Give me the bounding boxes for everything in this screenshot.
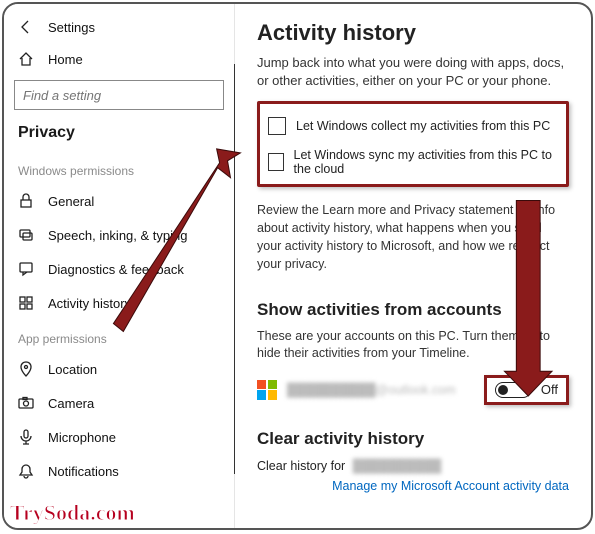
back-row[interactable]: Settings <box>4 12 234 42</box>
annotation-box-toggle: Off <box>484 375 569 405</box>
checkbox-collect-activities[interactable]: Let Windows collect my activities from t… <box>268 108 558 144</box>
sidebar-item-label: Location <box>48 362 220 377</box>
sidebar-item-diagnostics[interactable]: Diagnostics & feedback <box>4 252 234 286</box>
annotation-box-checkboxes: Let Windows collect my activities from t… <box>257 101 569 187</box>
clear-prefix: Clear history for <box>257 459 345 473</box>
content-pane: Activity history Jump back into what you… <box>235 4 591 528</box>
checkbox-icon[interactable] <box>268 153 284 171</box>
notif-icon <box>18 463 34 479</box>
sidebar-item-label: Camera <box>48 396 220 411</box>
sidebar-item-microphone[interactable]: Microphone <box>4 420 234 454</box>
camera-icon <box>18 395 34 411</box>
checkbox-label: Let Windows sync my activities from this… <box>294 148 558 176</box>
window-title: Settings <box>48 20 95 35</box>
settings-sidebar: Settings Home Privacy Windows permission… <box>4 4 234 528</box>
toggle-label: Off <box>541 382 558 397</box>
home-row[interactable]: Home <box>4 42 234 76</box>
search-field[interactable] <box>14 80 224 110</box>
feedback-icon <box>18 261 34 277</box>
search-input[interactable] <box>23 88 215 103</box>
sidebar-item-label: General <box>48 194 220 209</box>
location-icon <box>18 361 34 377</box>
accounts-subtext: These are your accounts on this PC. Turn… <box>257 328 569 363</box>
account-email: ██████████@outlook.com <box>287 383 474 397</box>
clear-heading: Clear activity history <box>257 429 569 449</box>
sidebar-item-label: Diagnostics & feedback <box>48 262 220 277</box>
clear-account: ██████████ <box>353 459 442 473</box>
checkbox-sync-activities[interactable]: Let Windows sync my activities from this… <box>268 144 558 180</box>
accounts-heading: Show activities from accounts <box>257 300 569 320</box>
sidebar-item-speech[interactable]: Speech, inking, & typing <box>4 218 234 252</box>
history-icon <box>18 295 34 311</box>
checkbox-icon[interactable] <box>268 117 286 135</box>
intro-text: Jump back into what you were doing with … <box>257 54 569 89</box>
back-icon <box>18 19 34 35</box>
sidebar-item-location[interactable]: Location <box>4 352 234 386</box>
sidebar-item-label: Speech, inking, & typing <box>48 228 220 243</box>
page-title: Activity history <box>257 20 569 46</box>
group-windows-permissions: Windows permissions <box>4 152 234 184</box>
account-toggle[interactable] <box>495 382 531 398</box>
account-row: ██████████@outlook.com Off <box>257 375 569 405</box>
section-title: Privacy <box>4 120 234 152</box>
review-text: Review the Learn more and Privacy statem… <box>257 201 569 274</box>
sidebar-item-notifications[interactable]: Notifications <box>4 454 234 488</box>
checkbox-label: Let Windows collect my activities from t… <box>296 119 550 133</box>
mic-icon <box>18 429 34 445</box>
clear-history-line: Clear history for ██████████ <box>257 459 569 473</box>
home-label: Home <box>48 52 220 67</box>
sidebar-item-activity-history[interactable]: Activity history <box>4 286 234 320</box>
sidebar-item-label: Microphone <box>48 430 220 445</box>
sidebar-item-label: Activity history <box>48 296 220 311</box>
sidebar-item-label: Notifications <box>48 464 220 479</box>
manage-account-link[interactable]: Manage my Microsoft Account activity dat… <box>257 479 569 493</box>
lock-icon <box>18 193 34 209</box>
speech-icon <box>18 227 34 243</box>
microsoft-logo-icon <box>257 380 277 400</box>
sidebar-item-general[interactable]: General <box>4 184 234 218</box>
group-app-permissions: App permissions <box>4 320 234 352</box>
sidebar-item-camera[interactable]: Camera <box>4 386 234 420</box>
home-icon <box>18 51 34 67</box>
